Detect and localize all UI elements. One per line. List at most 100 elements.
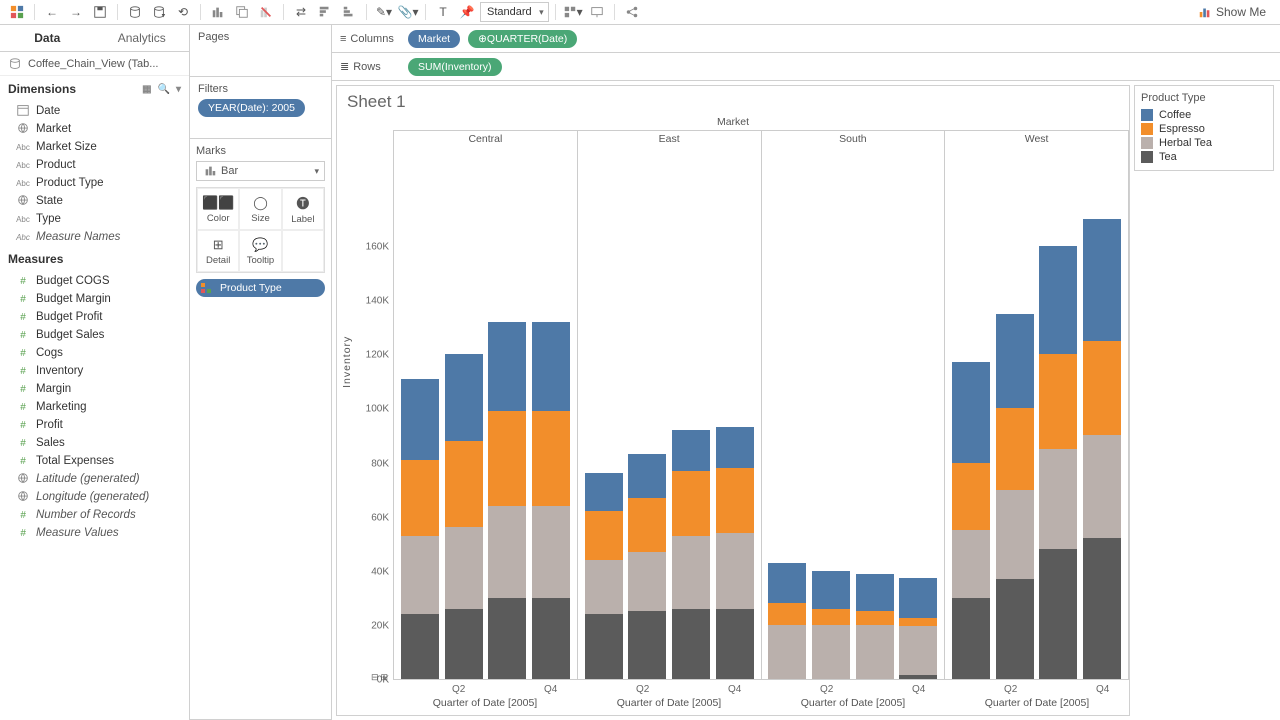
- field-longitude (generated)[interactable]: Longitude (generated): [0, 488, 189, 506]
- bar-segment-tea[interactable]: [401, 614, 439, 679]
- bar-segment-coffee[interactable]: [716, 427, 754, 468]
- new-datasource-button[interactable]: [124, 2, 146, 22]
- bar-segment-tea[interactable]: [585, 614, 623, 679]
- bar-segment-espresso[interactable]: [996, 408, 1034, 489]
- bar-segment-tea[interactable]: [532, 598, 570, 679]
- chart-panel-central[interactable]: [393, 147, 577, 680]
- bar[interactable]: [996, 314, 1034, 679]
- back-button[interactable]: ←: [41, 2, 63, 22]
- fields-menu-icon[interactable]: ▾: [176, 84, 181, 95]
- attach-button[interactable]: 📎▾: [397, 2, 419, 22]
- bar-segment-coffee[interactable]: [585, 473, 623, 511]
- bar-segment-herbal-tea[interactable]: [768, 625, 806, 679]
- field-market size[interactable]: AbcMarket Size: [0, 138, 189, 156]
- color-pill-product-type[interactable]: Product Type: [196, 279, 325, 297]
- bar-segment-herbal-tea[interactable]: [1083, 435, 1121, 538]
- field-measure names[interactable]: AbcMeasure Names: [0, 228, 189, 246]
- sheet-title[interactable]: Sheet 1: [337, 86, 1129, 114]
- search-fields-icon[interactable]: 🔍: [158, 84, 170, 95]
- bar-segment-herbal-tea[interactable]: [628, 552, 666, 612]
- field-product type[interactable]: AbcProduct Type: [0, 174, 189, 192]
- bar[interactable]: [768, 563, 806, 679]
- new-worksheet-button[interactable]: [207, 2, 229, 22]
- filter-pill-year[interactable]: YEAR(Date): 2005: [198, 99, 305, 117]
- bar-segment-espresso[interactable]: [768, 603, 806, 625]
- bar[interactable]: [899, 578, 937, 679]
- bar[interactable]: [1083, 219, 1121, 679]
- bar-segment-herbal-tea[interactable]: [856, 625, 894, 679]
- bar[interactable]: [1039, 246, 1077, 679]
- chart-panel-east[interactable]: [577, 147, 761, 680]
- bar[interactable]: [628, 454, 666, 679]
- swap-button[interactable]: ⇄: [290, 2, 312, 22]
- bar-segment-herbal-tea[interactable]: [716, 533, 754, 609]
- field-profit[interactable]: #Profit: [0, 416, 189, 434]
- bar-segment-coffee[interactable]: [488, 322, 526, 411]
- bar[interactable]: [716, 427, 754, 679]
- refresh-button[interactable]: ⟲: [172, 2, 194, 22]
- field-number of records[interactable]: #Number of Records: [0, 506, 189, 524]
- mark-detail-button[interactable]: ⊞Detail: [197, 230, 239, 272]
- bar-segment-herbal-tea[interactable]: [952, 530, 990, 598]
- bar-segment-espresso[interactable]: [672, 471, 710, 536]
- chart-panel-west[interactable]: [944, 147, 1129, 680]
- clear-sheet-button[interactable]: [255, 2, 277, 22]
- bar-segment-herbal-tea[interactable]: [672, 536, 710, 609]
- bar[interactable]: [401, 379, 439, 679]
- bar-segment-coffee[interactable]: [401, 379, 439, 460]
- y-axis[interactable]: Inventory 0K20K40K60K80K100K120K140K160K: [337, 147, 393, 680]
- field-state[interactable]: State: [0, 192, 189, 210]
- bar-segment-coffee[interactable]: [952, 362, 990, 462]
- bar-segment-espresso[interactable]: [488, 411, 526, 506]
- show-cards-button[interactable]: ▾: [562, 2, 584, 22]
- bar-segment-coffee[interactable]: [768, 563, 806, 604]
- bar-segment-espresso[interactable]: [716, 468, 754, 533]
- panel-header[interactable]: South: [762, 130, 946, 147]
- bar-segment-tea[interactable]: [996, 579, 1034, 679]
- bar[interactable]: [585, 473, 623, 679]
- presentation-button[interactable]: [586, 2, 608, 22]
- bar-segment-espresso[interactable]: [812, 609, 850, 625]
- bar-segment-coffee[interactable]: [628, 454, 666, 497]
- bar-segment-coffee[interactable]: [1039, 246, 1077, 354]
- bar[interactable]: [532, 322, 570, 679]
- columns-shelf[interactable]: ≡Columns Market ⊕ QUARTER(Date): [332, 25, 1280, 53]
- bar-segment-coffee[interactable]: [672, 430, 710, 471]
- mark-type-select[interactable]: Bar: [196, 161, 325, 181]
- bar[interactable]: [445, 354, 483, 679]
- share-button[interactable]: [621, 2, 643, 22]
- bar-segment-coffee[interactable]: [812, 571, 850, 609]
- mark-size-button[interactable]: ◯Size: [239, 188, 281, 230]
- bar-segment-espresso[interactable]: [1039, 354, 1077, 449]
- field-market[interactable]: Market: [0, 120, 189, 138]
- field-sales[interactable]: #Sales: [0, 434, 189, 452]
- bar[interactable]: [952, 362, 990, 679]
- row-pill-inventory[interactable]: SUM(Inventory): [408, 58, 502, 76]
- forward-button[interactable]: →: [65, 2, 87, 22]
- bar-segment-coffee[interactable]: [996, 314, 1034, 409]
- field-budget sales[interactable]: #Budget Sales: [0, 326, 189, 344]
- field-date[interactable]: Date: [0, 102, 189, 120]
- field-cogs[interactable]: #Cogs: [0, 344, 189, 362]
- panel-header[interactable]: East: [578, 130, 762, 147]
- bar[interactable]: [856, 574, 894, 680]
- field-type[interactable]: AbcType: [0, 210, 189, 228]
- bar-segment-espresso[interactable]: [899, 618, 937, 626]
- field-marketing[interactable]: #Marketing: [0, 398, 189, 416]
- bar-segment-herbal-tea[interactable]: [1039, 449, 1077, 549]
- view-as-icon[interactable]: ▦: [142, 84, 151, 95]
- bar-segment-tea[interactable]: [716, 609, 754, 679]
- field-budget profit[interactable]: #Budget Profit: [0, 308, 189, 326]
- bar-segment-espresso[interactable]: [532, 411, 570, 506]
- bar[interactable]: [488, 322, 526, 679]
- bar-segment-herbal-tea[interactable]: [532, 506, 570, 598]
- bar-segment-espresso[interactable]: [445, 441, 483, 528]
- pin-button[interactable]: 📌: [456, 2, 478, 22]
- pause-updates-button[interactable]: ▾: [148, 2, 170, 22]
- bar-segment-coffee[interactable]: [445, 354, 483, 441]
- bar-segment-herbal-tea[interactable]: [996, 490, 1034, 579]
- fit-mode-select[interactable]: Standard: [480, 2, 549, 22]
- field-total expenses[interactable]: #Total Expenses: [0, 452, 189, 470]
- datasource-row[interactable]: Coffee_Chain_View (Tab...: [0, 52, 189, 76]
- bar-segment-herbal-tea[interactable]: [488, 506, 526, 598]
